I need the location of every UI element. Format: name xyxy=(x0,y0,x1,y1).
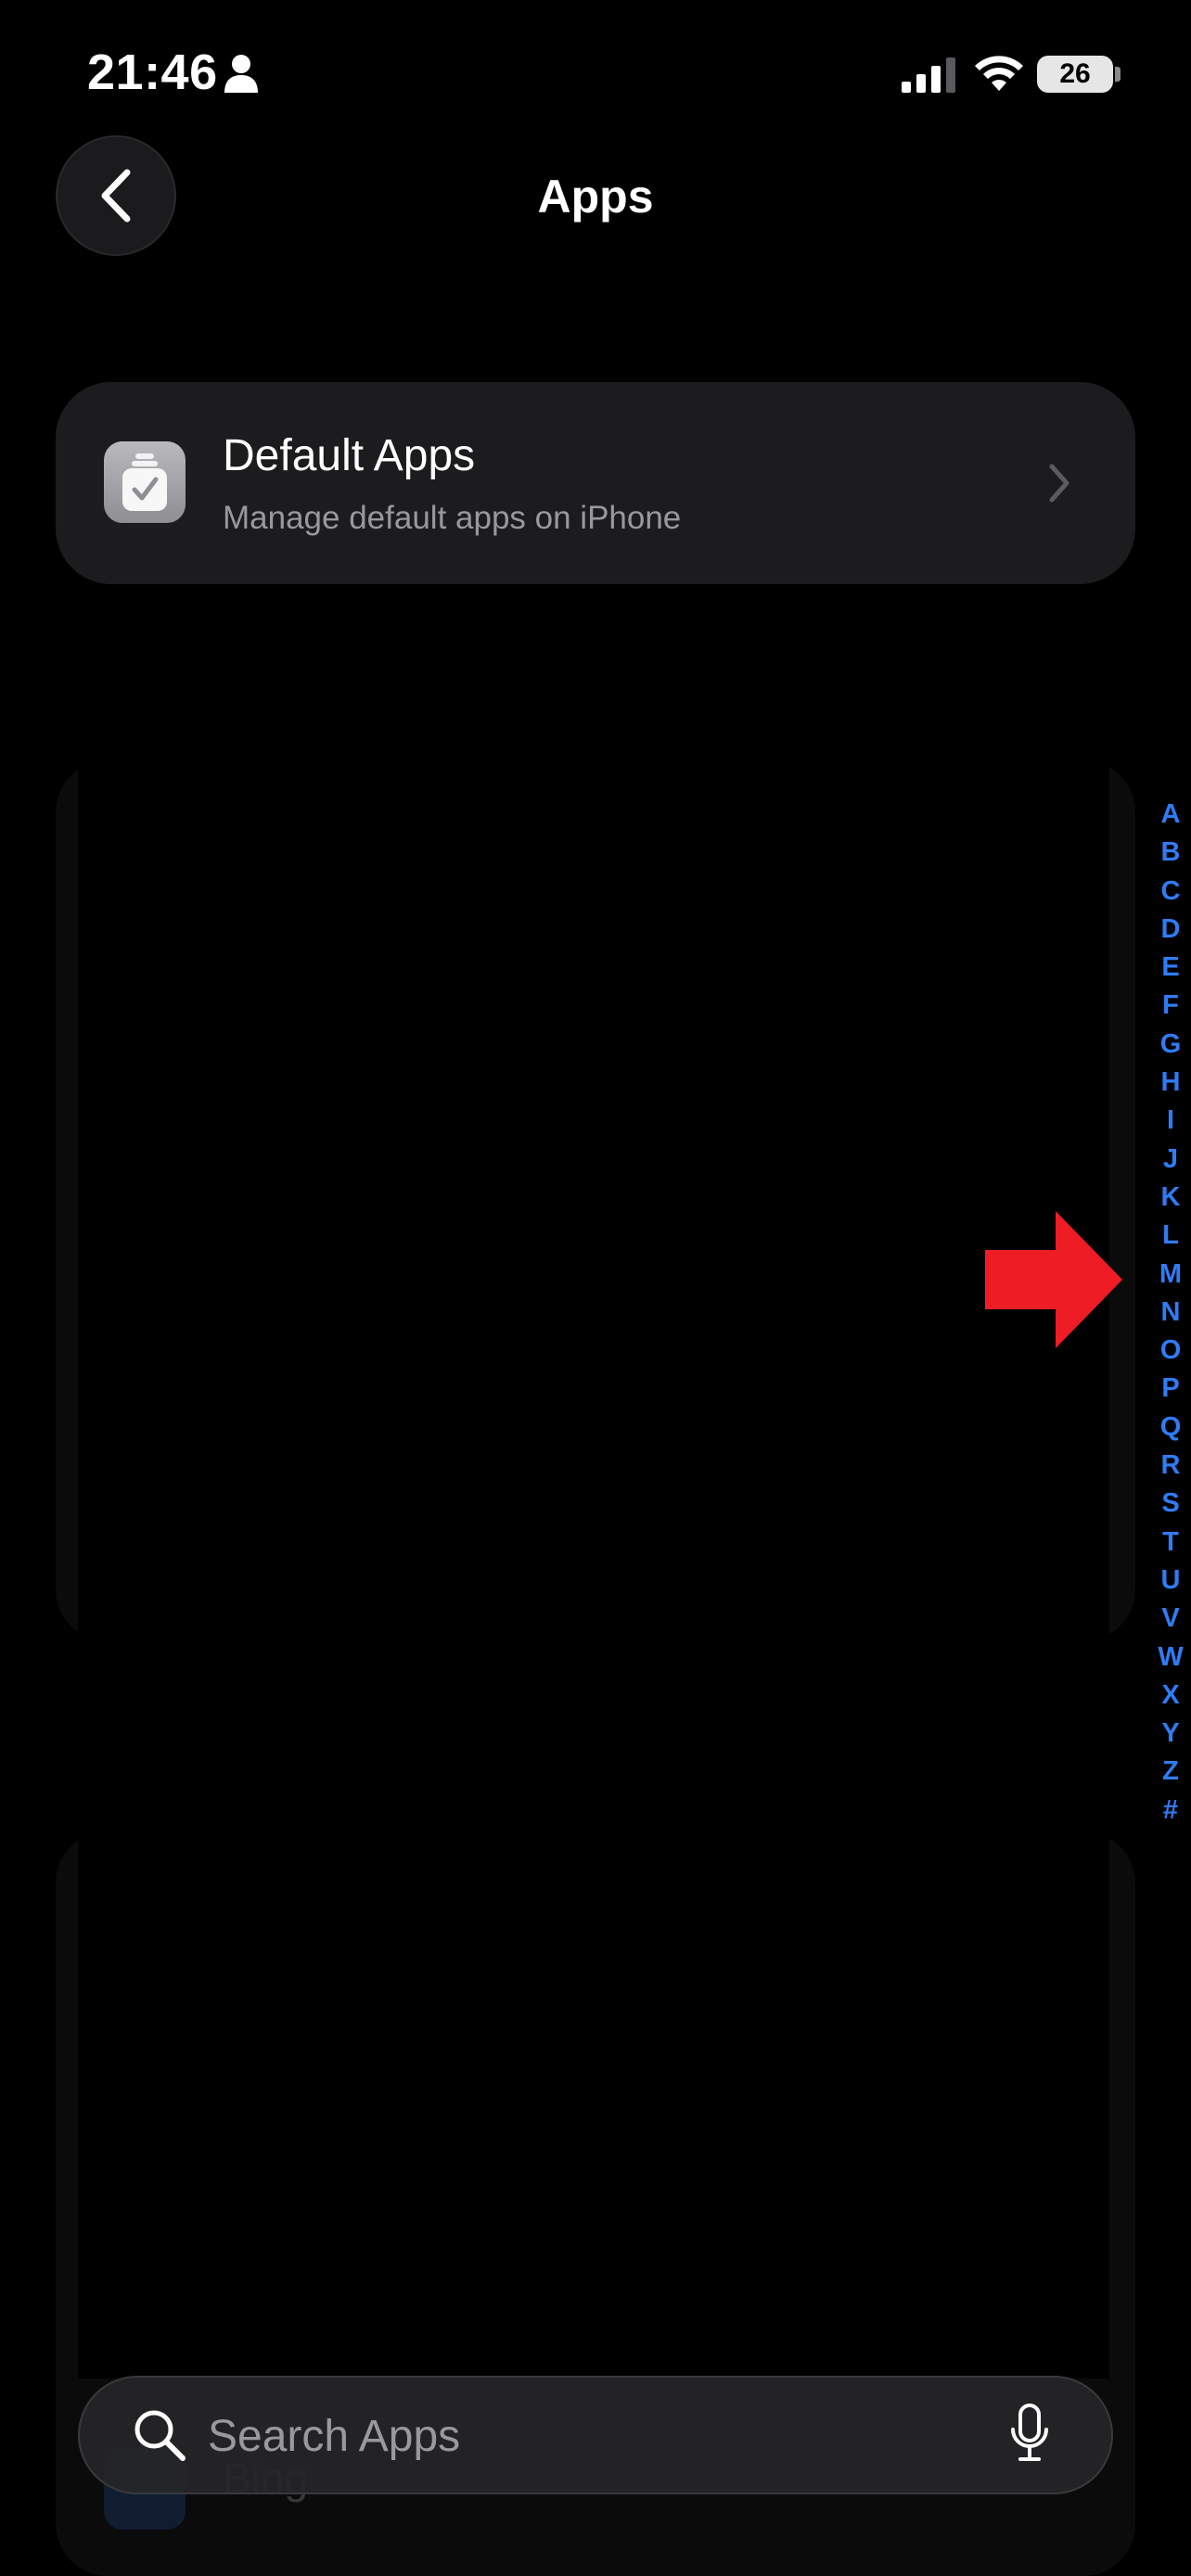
alphabet-index-letter[interactable]: G xyxy=(1160,1026,1182,1064)
default-apps-row[interactable]: Default Apps Manage default apps on iPho… xyxy=(56,382,1135,584)
alphabet-index-letter[interactable]: O xyxy=(1160,1332,1182,1370)
default-apps-subtitle: Manage default apps on iPhone xyxy=(223,500,682,536)
alphabet-index-letter[interactable]: E xyxy=(1161,949,1179,987)
alphabet-index-letter[interactable]: N xyxy=(1161,1294,1181,1332)
app-list-content xyxy=(78,1831,1109,2378)
alphabet-index-letter[interactable]: C xyxy=(1161,873,1181,911)
alphabet-index-letter[interactable]: M xyxy=(1159,1256,1182,1294)
alphabet-index-letter[interactable]: Q xyxy=(1160,1409,1182,1447)
alphabet-index[interactable]: A B C D E F G H I J K L M N O P Q R S T U V W X Y Z # xyxy=(1150,796,1191,1830)
search-bar[interactable] xyxy=(78,2376,1113,2494)
app-list-content xyxy=(78,760,1109,1641)
alphabet-index-letter[interactable]: A xyxy=(1161,796,1181,834)
alphabet-index-letter[interactable]: B xyxy=(1161,834,1181,872)
page-title: Apps xyxy=(537,171,654,223)
microphone-icon[interactable] xyxy=(1009,2404,1050,2465)
checklist-clipboard-glyph xyxy=(122,453,167,511)
alphabet-index-letter[interactable]: Z xyxy=(1162,1753,1179,1791)
alphabet-index-letter[interactable]: W xyxy=(1158,1639,1183,1677)
alphabet-index-letter[interactable]: S xyxy=(1161,1485,1179,1523)
battery-indicator: 26 xyxy=(1037,56,1113,93)
alphabet-index-letter[interactable]: P xyxy=(1161,1370,1179,1408)
search-icon xyxy=(134,2410,186,2461)
wifi-icon xyxy=(975,56,1023,91)
chevron-right-icon xyxy=(1049,464,1069,503)
search-input[interactable] xyxy=(208,2400,931,2472)
alphabet-index-letter[interactable]: L xyxy=(1162,1217,1179,1255)
default-apps-title: Default Apps xyxy=(223,431,476,480)
alphabet-index-letter[interactable]: J xyxy=(1163,1141,1178,1179)
alphabet-index-letter[interactable]: V xyxy=(1161,1600,1179,1638)
alphabet-index-letter[interactable]: U xyxy=(1161,1562,1181,1600)
alphabet-index-letter[interactable]: H xyxy=(1161,1064,1181,1102)
alphabet-index-letter[interactable]: I xyxy=(1167,1102,1174,1140)
alphabet-index-letter[interactable]: # xyxy=(1163,1792,1178,1830)
alphabet-index-letter[interactable]: Y xyxy=(1161,1715,1179,1753)
battery-cap xyxy=(1115,67,1121,82)
app-list-section xyxy=(56,760,1135,1641)
alphabet-index-letter[interactable]: K xyxy=(1161,1179,1181,1217)
status-time: 21:46 xyxy=(87,45,218,100)
alphabet-index-letter[interactable]: T xyxy=(1162,1524,1179,1562)
person-icon xyxy=(224,55,258,93)
alphabet-index-letter[interactable]: R xyxy=(1161,1447,1181,1485)
alphabet-index-letter[interactable]: D xyxy=(1161,911,1181,949)
red-arrow-annotation xyxy=(985,1211,1122,1348)
default-apps-icon xyxy=(104,441,186,523)
cellular-signal-icon xyxy=(902,57,955,93)
alphabet-index-letter[interactable]: X xyxy=(1161,1677,1179,1715)
alphabet-index-letter[interactable]: F xyxy=(1162,987,1179,1025)
